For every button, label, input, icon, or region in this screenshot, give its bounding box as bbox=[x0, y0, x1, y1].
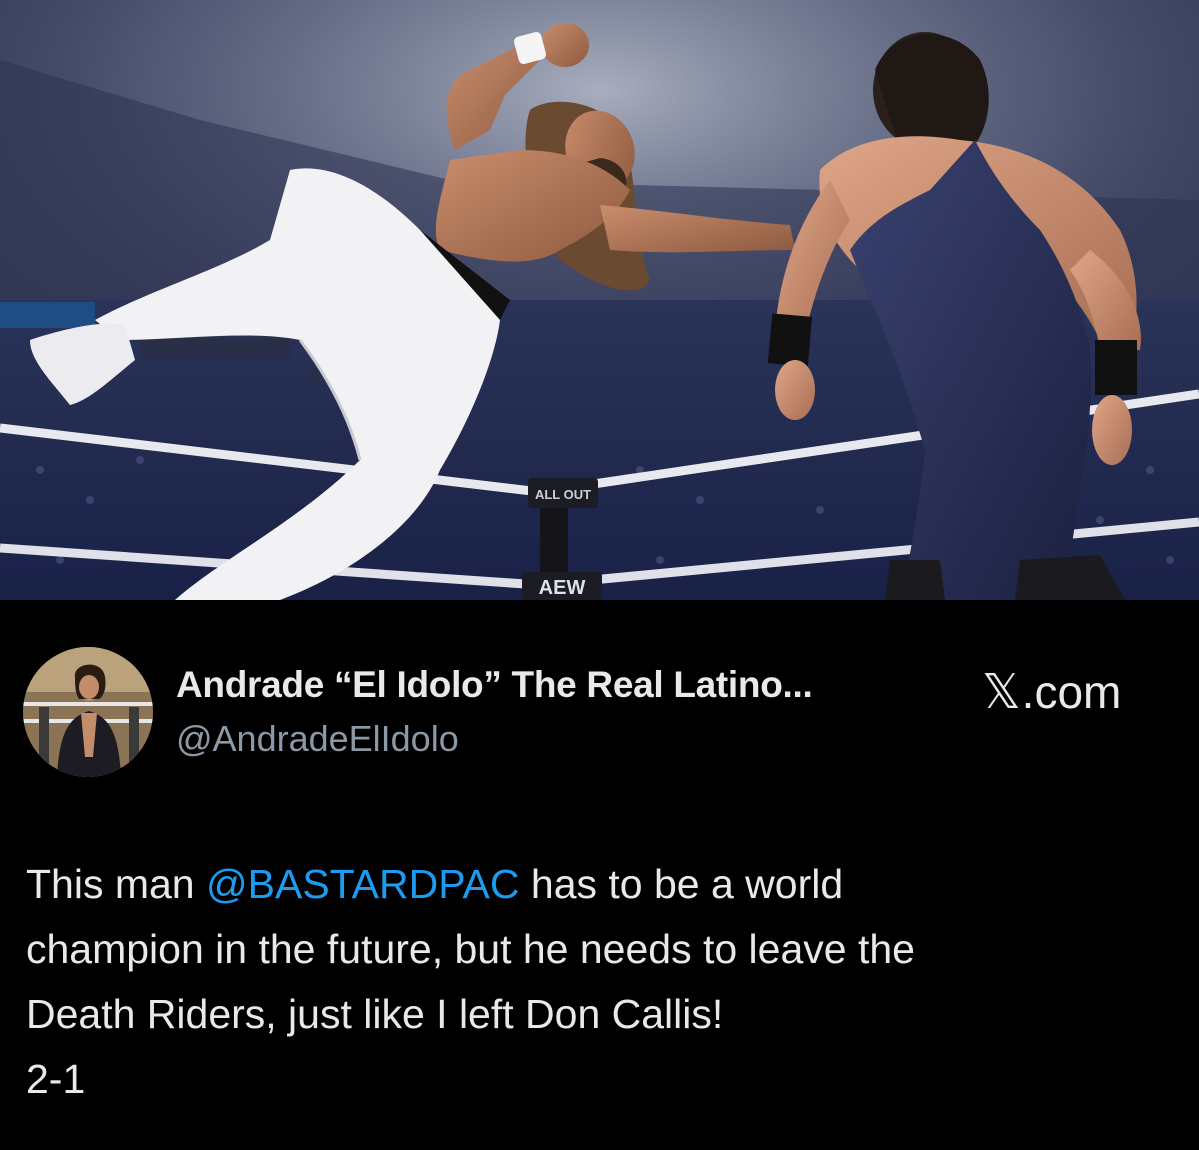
author-handle[interactable]: @AndradeElIdolo bbox=[176, 718, 459, 760]
tweet-line-4: 2-1 bbox=[26, 1056, 86, 1102]
x-logo-icon: 𝕏 bbox=[982, 666, 1021, 719]
author-display-name[interactable]: Andrade “El Idolo” The Real Latino... bbox=[176, 664, 813, 706]
tweet-media-photo[interactable]: ALL OUT AEW bbox=[0, 0, 1199, 600]
ring-post-label: ALL OUT bbox=[535, 487, 591, 502]
wrestling-photo-illustration: ALL OUT AEW bbox=[0, 0, 1199, 600]
tweet-text-segment: has to be a world bbox=[519, 861, 844, 907]
tweet-line-2: champion in the future, but he needs to … bbox=[26, 926, 915, 972]
tweet-line-3: Death Riders, just like I left Don Calli… bbox=[26, 991, 724, 1037]
avatar-image bbox=[23, 647, 153, 777]
apron-logo: AEW bbox=[539, 577, 586, 599]
author-avatar[interactable] bbox=[23, 647, 153, 777]
brand-domain-suffix: .com bbox=[1021, 666, 1122, 718]
tweet-line-1: This man @BASTARDPAC has to be a world bbox=[26, 852, 1176, 917]
mention-link[interactable]: @BASTARDPAC bbox=[206, 861, 520, 907]
tweet-text-segment: This man bbox=[26, 861, 206, 907]
x-com-brand[interactable]: 𝕏 .com bbox=[982, 664, 1121, 720]
tweet-screenshot: ALL OUT AEW Andrade “El Idolo” The Real … bbox=[0, 0, 1199, 1150]
tweet-text: This man @BASTARDPAC has to be a world c… bbox=[26, 852, 1176, 1112]
